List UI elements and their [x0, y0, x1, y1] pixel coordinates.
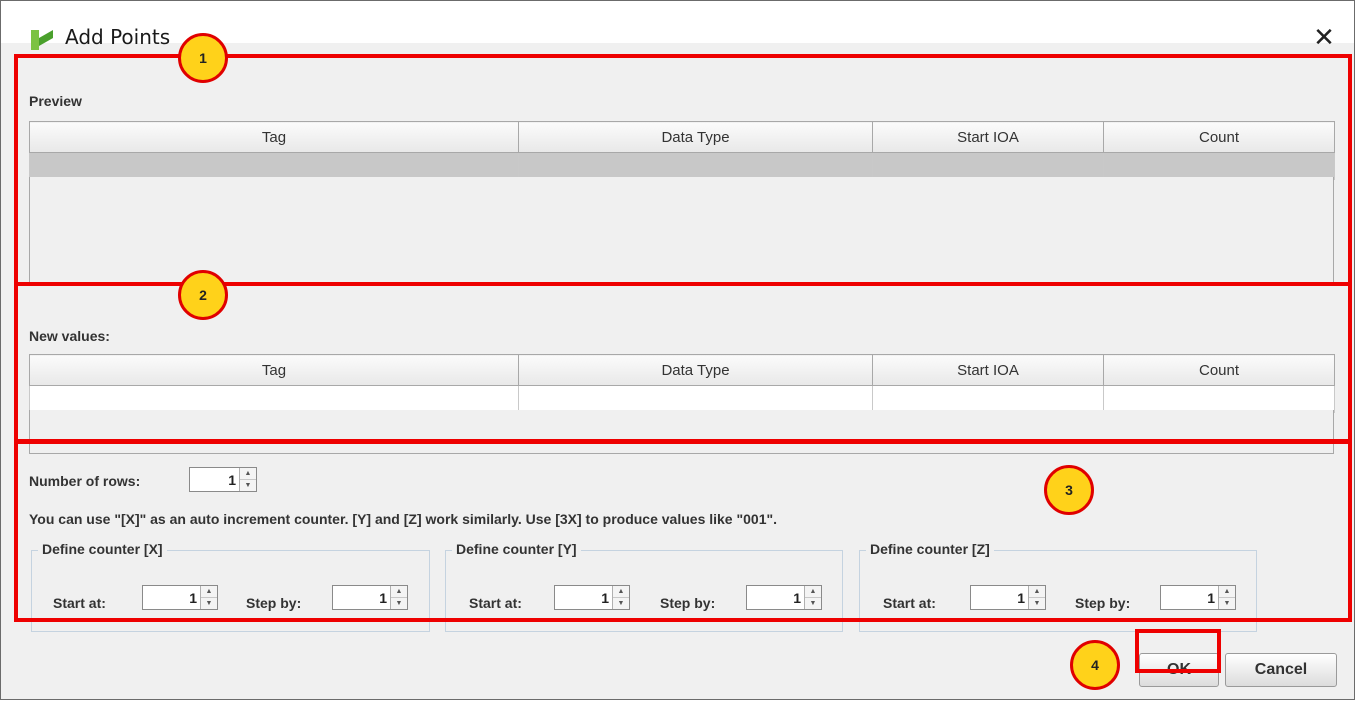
spinner-down-icon[interactable]: ▼: [201, 597, 217, 609]
new-values-table: Tag Data Type Start IOA Count: [29, 354, 1335, 413]
counter-hint-text: You can use "[X]" as an auto increment c…: [29, 511, 778, 527]
preview-cell-tag[interactable]: [29, 152, 519, 180]
preview-col-data-type[interactable]: Data Type: [518, 121, 873, 153]
new-values-cell-tag[interactable]: [29, 385, 519, 413]
counter-y-step-value[interactable]: 1: [793, 590, 801, 606]
spinner-up-icon[interactable]: ▲: [201, 586, 217, 597]
preview-table: Tag Data Type Start IOA Count: [29, 121, 1335, 180]
counter-z-step-label: Step by:: [1075, 595, 1131, 611]
preview-label: Preview: [29, 93, 82, 109]
number-of-rows-label: Number of rows:: [29, 473, 141, 489]
number-of-rows-value[interactable]: 1: [228, 472, 236, 488]
counter-y-start-value[interactable]: 1: [601, 590, 609, 606]
callout-badge-3: 3: [1044, 465, 1094, 515]
preview-row[interactable]: [29, 152, 1335, 180]
cancel-button[interactable]: Cancel: [1225, 653, 1337, 687]
counter-z-start-spinner[interactable]: 1 ▲ ▼: [970, 585, 1046, 610]
spinner-up-icon[interactable]: ▲: [391, 586, 407, 597]
callout-badge-1: 1: [178, 33, 228, 83]
add-points-dialog: Add Points ✕ Preview Tag Data Type Start…: [0, 0, 1355, 700]
callout-badge-4: 4: [1070, 640, 1120, 690]
counter-x-step-value[interactable]: 1: [379, 590, 387, 606]
counter-x-start-label: Start at:: [53, 595, 106, 611]
counter-z-step-value[interactable]: 1: [1207, 590, 1215, 606]
new-values-col-count[interactable]: Count: [1103, 354, 1335, 386]
new-values-header-row: Tag Data Type Start IOA Count: [29, 354, 1335, 386]
new-values-cell-count[interactable]: [1103, 385, 1335, 413]
counter-y-step-label: Step by:: [660, 595, 716, 611]
preview-col-start-ioa[interactable]: Start IOA: [872, 121, 1104, 153]
preview-cell-count[interactable]: [1103, 152, 1335, 180]
counter-x-legend: Define counter [X]: [38, 541, 167, 557]
number-of-rows-spinner[interactable]: 1 ▲ ▼: [189, 467, 257, 492]
counter-x-start-value[interactable]: 1: [189, 590, 197, 606]
preview-header-row: Tag Data Type Start IOA Count: [29, 121, 1335, 153]
preview-cell-start-ioa[interactable]: [872, 152, 1104, 180]
counter-x-step-spinner[interactable]: 1 ▲ ▼: [332, 585, 408, 610]
new-values-empty-area: [29, 410, 1334, 454]
counter-x-start-spinner[interactable]: 1 ▲ ▼: [142, 585, 218, 610]
close-icon[interactable]: ✕: [1310, 25, 1338, 53]
counter-y-step-spinner[interactable]: 1 ▲ ▼: [746, 585, 822, 610]
spinner-down-icon[interactable]: ▼: [1219, 597, 1235, 609]
counter-x-step-label: Step by:: [246, 595, 302, 611]
spinner-up-icon[interactable]: ▲: [613, 586, 629, 597]
window-title: Add Points: [65, 25, 171, 49]
app-logo-icon: [31, 30, 53, 50]
new-values-cell-start-ioa[interactable]: [872, 385, 1104, 413]
preview-col-count[interactable]: Count: [1103, 121, 1335, 153]
counter-z-start-label: Start at:: [883, 595, 936, 611]
new-values-label: New values:: [29, 328, 110, 344]
spinner-down-icon[interactable]: ▼: [1029, 597, 1045, 609]
spinner-down-icon[interactable]: ▼: [391, 597, 407, 609]
ok-button[interactable]: OK: [1139, 653, 1219, 687]
counter-y-start-spinner[interactable]: 1 ▲ ▼: [554, 585, 630, 610]
new-values-row[interactable]: [29, 385, 1335, 413]
new-values-col-start-ioa[interactable]: Start IOA: [872, 354, 1104, 386]
spinner-down-icon[interactable]: ▼: [613, 597, 629, 609]
spinner-down-icon[interactable]: ▼: [240, 479, 256, 491]
new-values-col-data-type[interactable]: Data Type: [518, 354, 873, 386]
new-values-col-tag[interactable]: Tag: [29, 354, 519, 386]
spinner-down-icon[interactable]: ▼: [805, 597, 821, 609]
spinner-up-icon[interactable]: ▲: [240, 468, 256, 479]
preview-col-tag[interactable]: Tag: [29, 121, 519, 153]
spinner-up-icon[interactable]: ▲: [805, 586, 821, 597]
preview-empty-area: [29, 177, 1334, 285]
new-values-cell-data-type[interactable]: [518, 385, 873, 413]
counter-z-legend: Define counter [Z]: [866, 541, 994, 557]
preview-cell-data-type[interactable]: [518, 152, 873, 180]
spinner-up-icon[interactable]: ▲: [1029, 586, 1045, 597]
counter-z-step-spinner[interactable]: 1 ▲ ▼: [1160, 585, 1236, 610]
counter-y-start-label: Start at:: [469, 595, 522, 611]
spinner-up-icon[interactable]: ▲: [1219, 586, 1235, 597]
counter-y-legend: Define counter [Y]: [452, 541, 581, 557]
callout-badge-2: 2: [178, 270, 228, 320]
counter-z-start-value[interactable]: 1: [1017, 590, 1025, 606]
